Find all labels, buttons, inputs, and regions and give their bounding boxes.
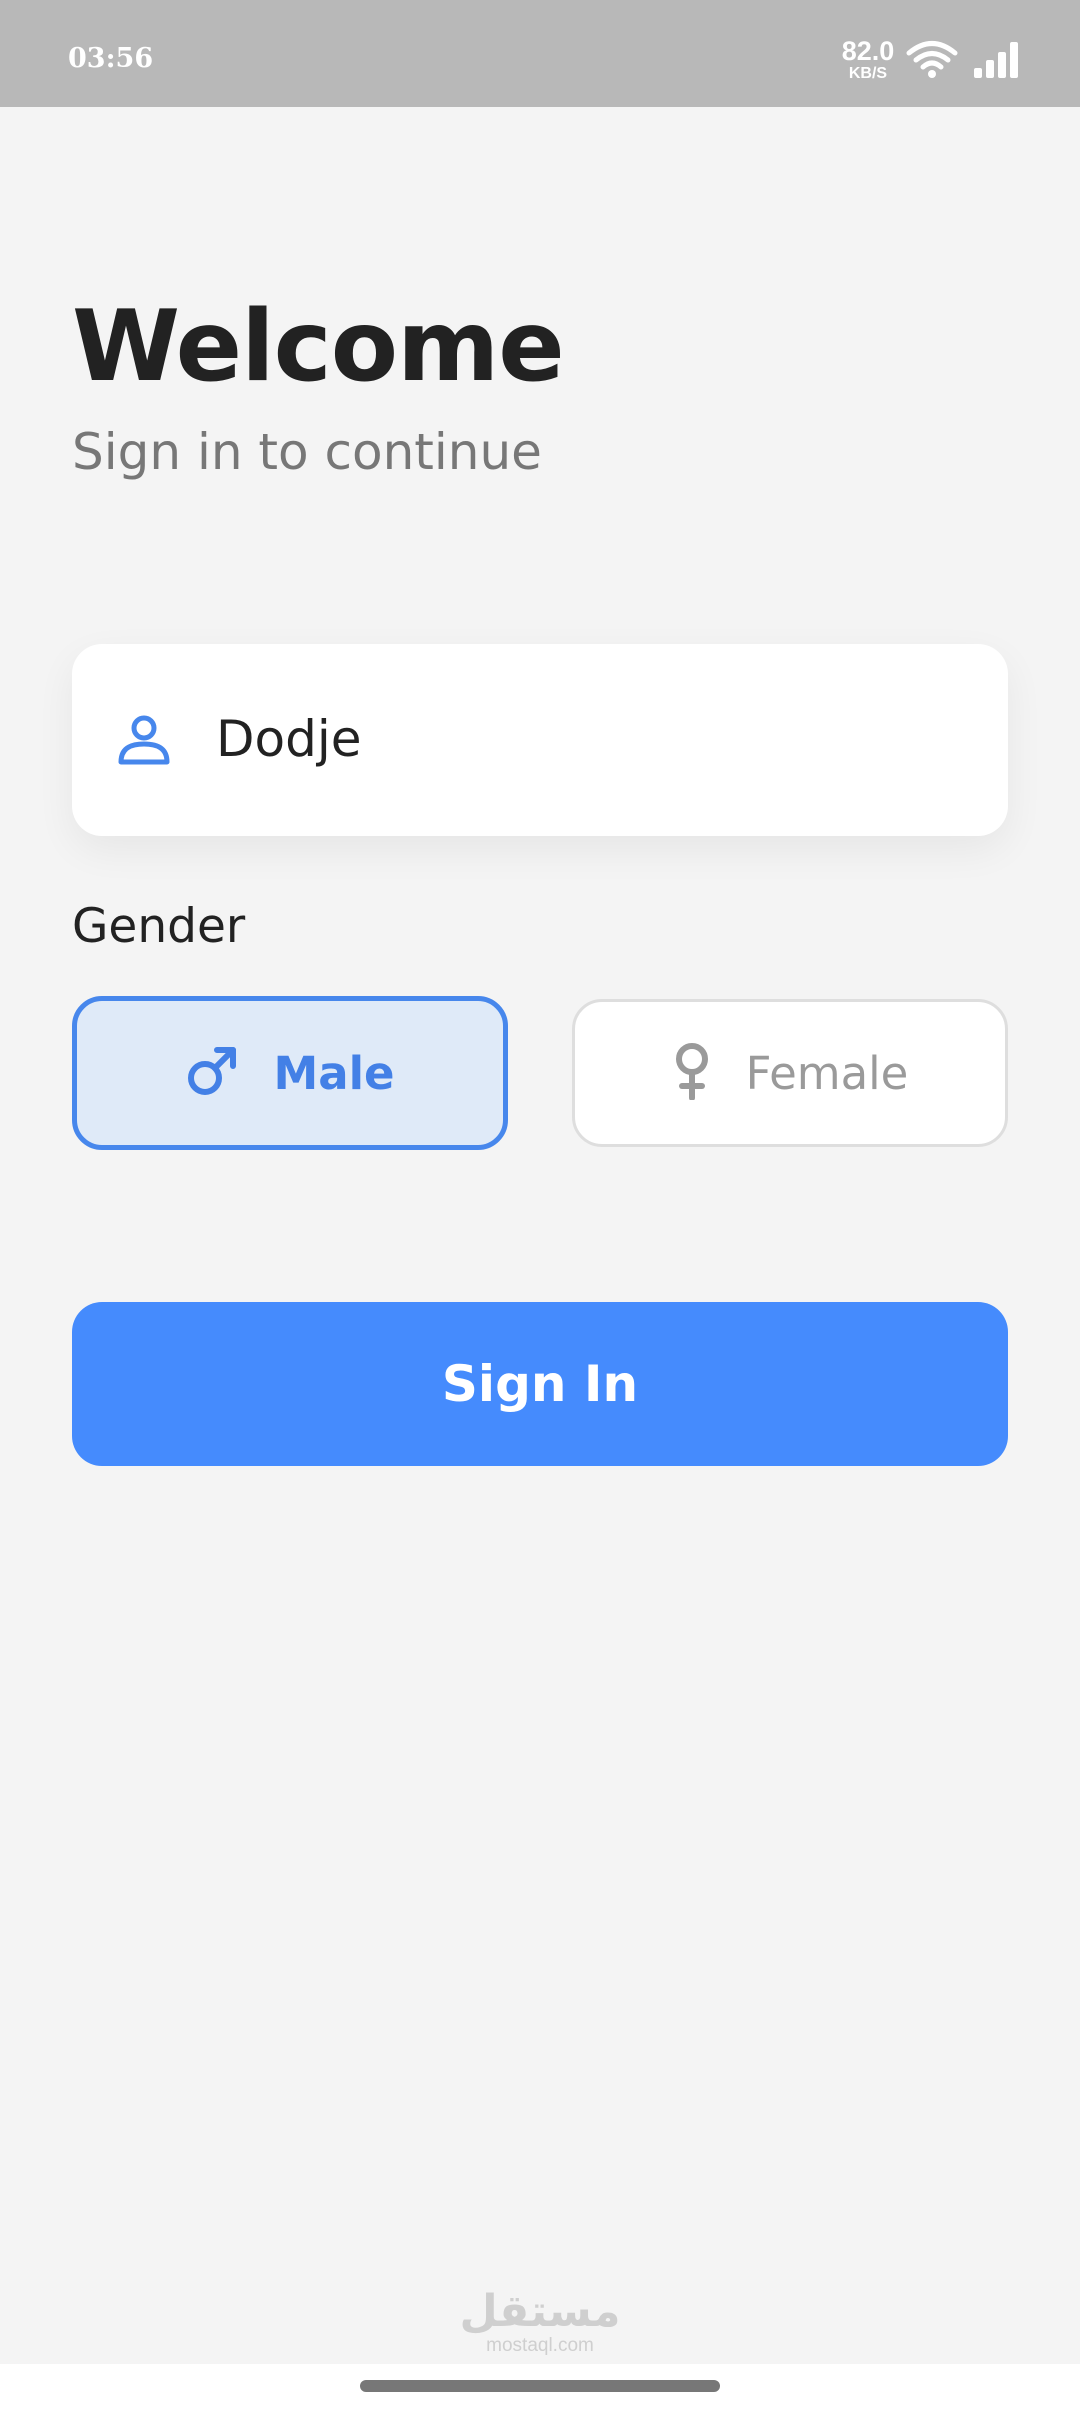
name-field[interactable] — [72, 644, 1008, 836]
watermark-logo: مستقل mostaql.com — [440, 2286, 640, 2356]
status-bar: 03:56 82.0 KB/S — [0, 0, 1080, 107]
gender-option-male[interactable]: Male — [72, 996, 508, 1150]
network-speed-value: 82.0 — [841, 36, 895, 66]
name-input[interactable] — [216, 694, 956, 784]
signin-button[interactable]: Sign In — [72, 1302, 1008, 1466]
status-time: 03:56 — [68, 43, 154, 74]
gender-option-female-label: Female — [745, 1046, 909, 1100]
watermark-text: مستقل — [459, 2286, 621, 2337]
gender-option-male-label: Male — [273, 1046, 395, 1100]
home-indicator[interactable] — [360, 2380, 720, 2392]
watermark-url: mostaql.com — [486, 2335, 594, 2356]
page-subtitle: Sign in to continue — [72, 423, 542, 481]
cell-signal-icon — [972, 40, 1022, 84]
page-title: Welcome — [72, 290, 565, 404]
wifi-icon — [906, 40, 958, 84]
gender-label: Gender — [72, 899, 246, 954]
male-symbol-icon — [185, 1044, 239, 1102]
network-speed: 82.0 KB/S — [836, 38, 900, 82]
female-symbol-icon — [672, 1042, 712, 1104]
network-speed-unit: KB/S — [848, 65, 888, 82]
user-icon — [116, 712, 172, 772]
gender-option-female[interactable]: Female — [572, 999, 1008, 1147]
